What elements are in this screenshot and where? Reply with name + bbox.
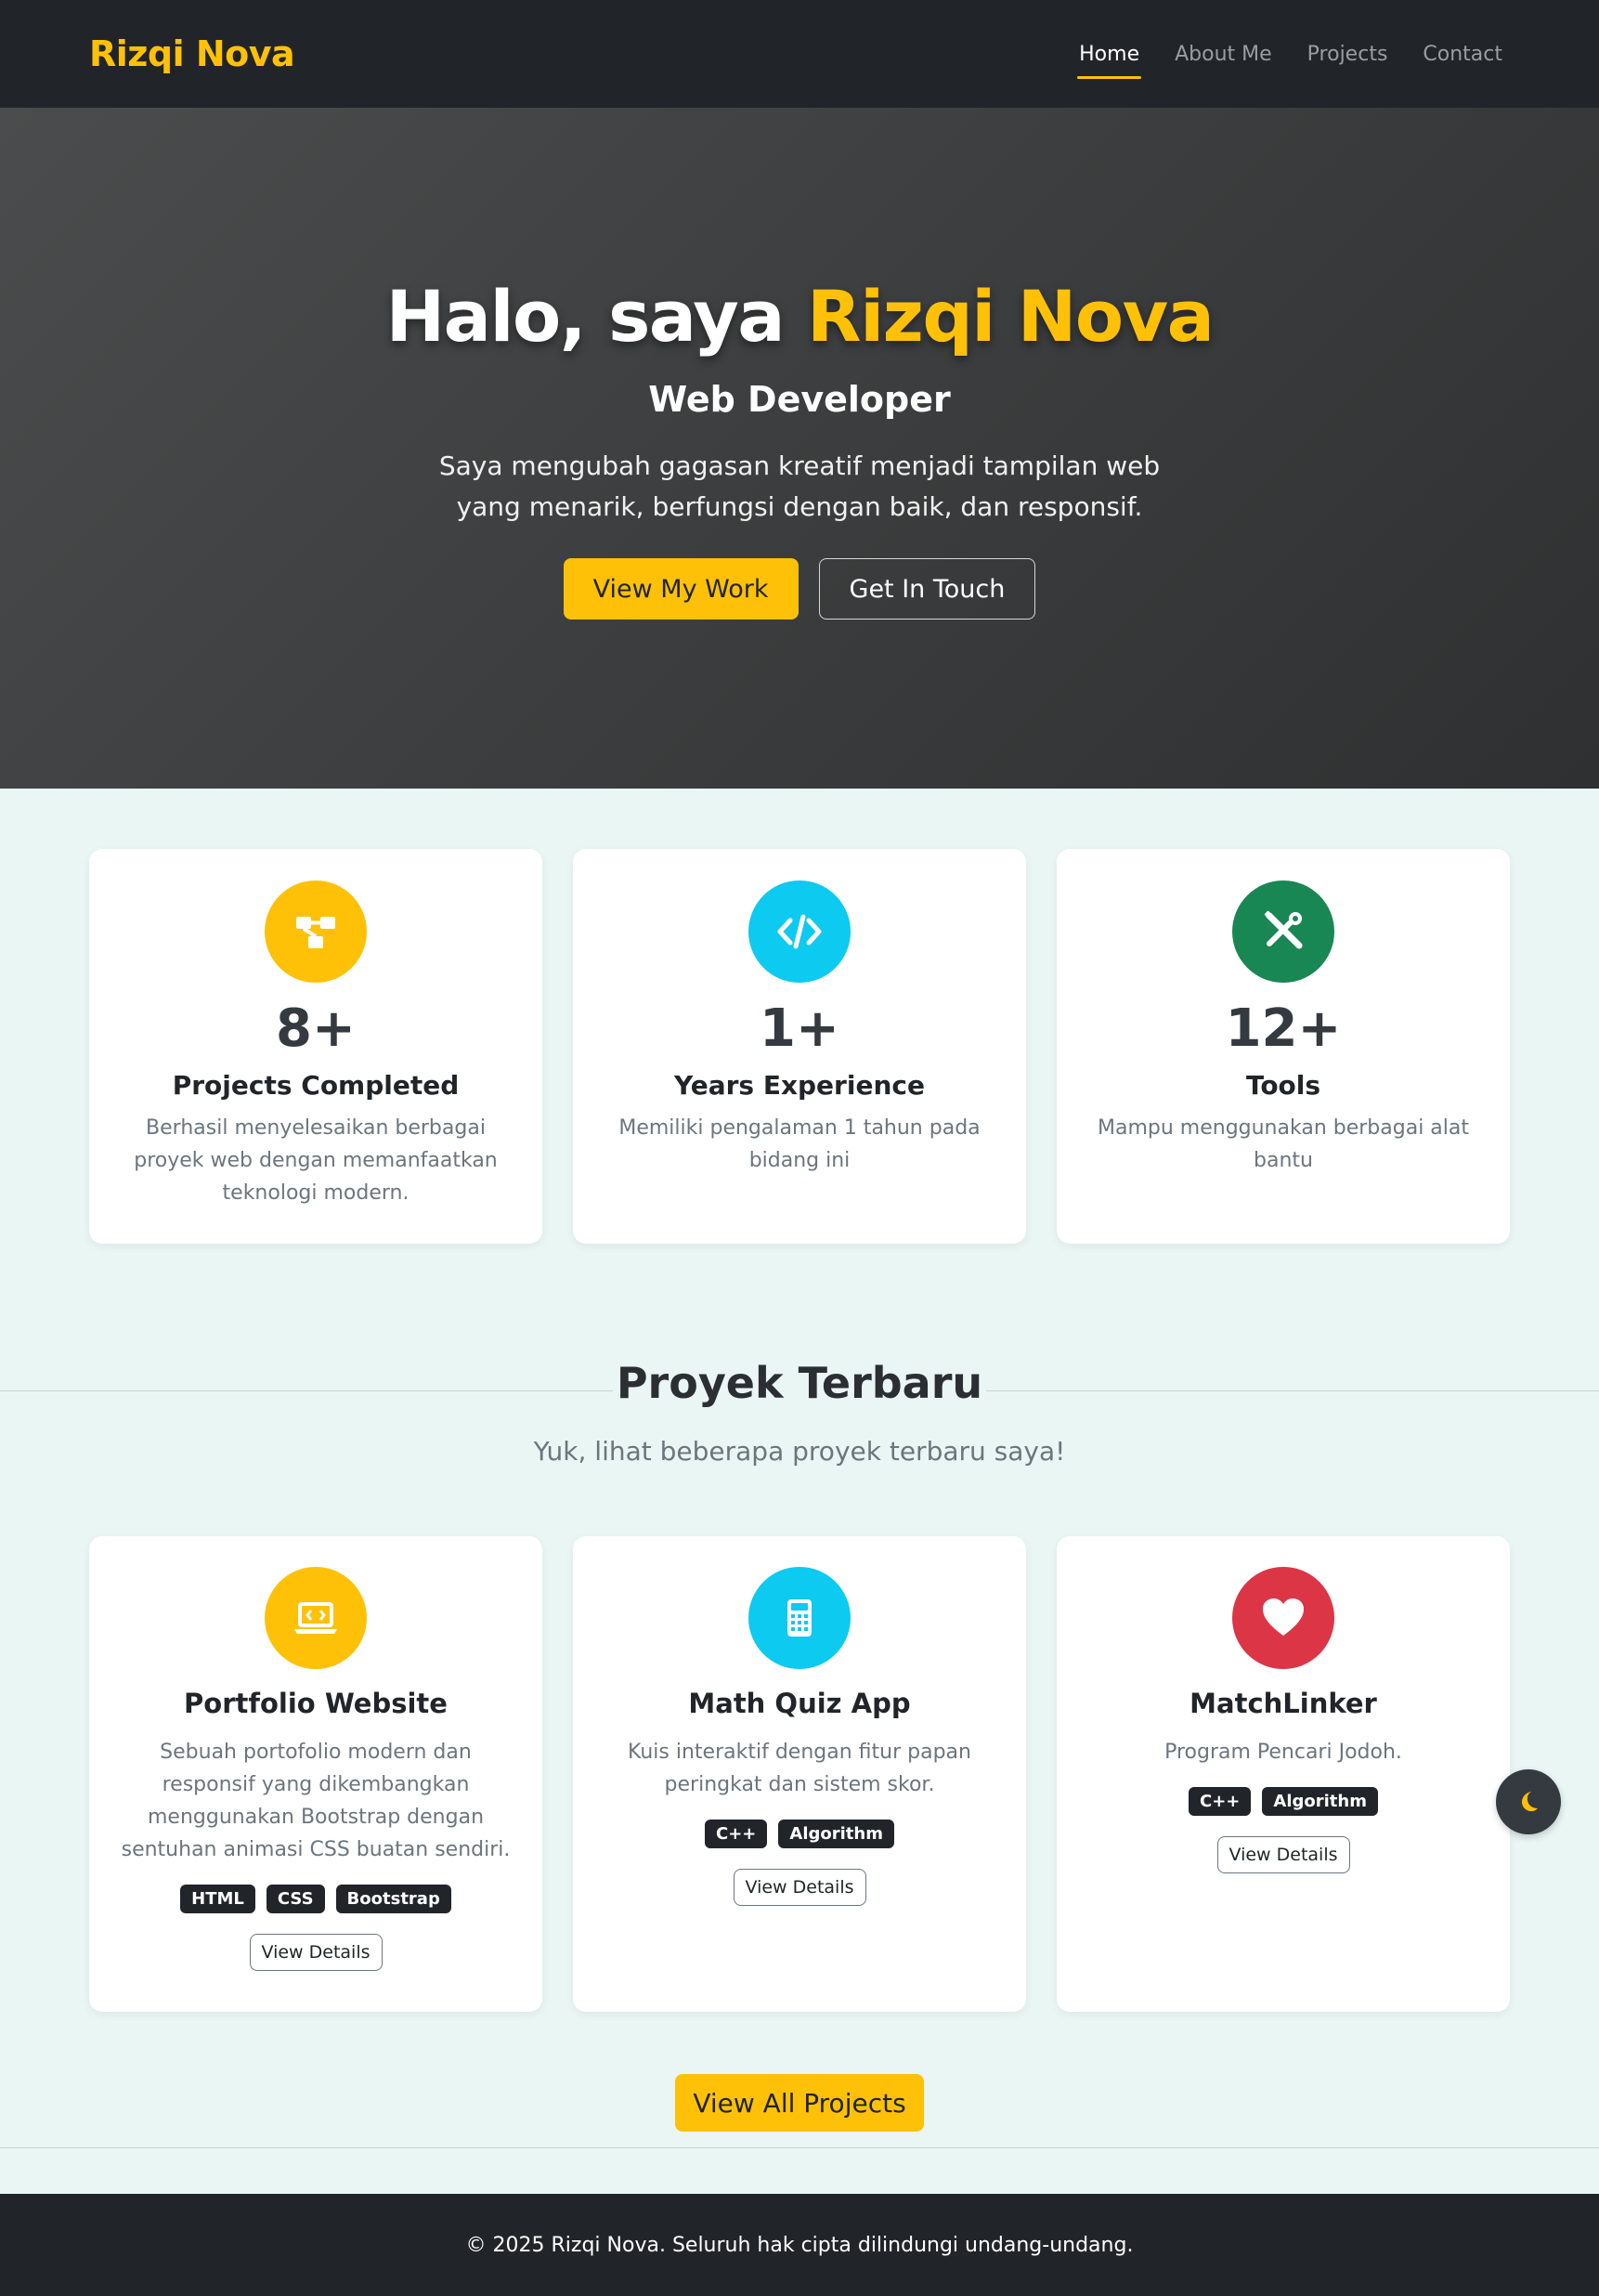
project-card-portfolio: Portfolio Website Sebuah portofolio mode…: [89, 1536, 542, 2012]
view-details-button[interactable]: View Details: [1216, 1836, 1350, 1873]
nav-link-about[interactable]: About Me: [1173, 35, 1274, 73]
footer: © 2025 Rizqi Nova. Seluruh hak cipta dil…: [0, 2194, 1599, 2296]
tag-badge: Bootstrap: [335, 1885, 451, 1913]
stats-row: 8+ Projects Completed Berhasil menyelesa…: [89, 849, 1510, 1244]
hero-heading: Halo, saya Rizqi Nova: [0, 275, 1599, 358]
navbar: Rizqi Nova Home About Me Projects Contac…: [0, 0, 1599, 108]
nav-link-home[interactable]: Home: [1077, 35, 1142, 79]
view-details-button[interactable]: View Details: [733, 1869, 866, 1906]
hero-name: Rizqi Nova: [807, 275, 1215, 358]
stat-card-tools: 12+ Tools Mampu menggunakan berbagai ala…: [1057, 849, 1510, 1244]
stat-value: 12+: [1225, 998, 1342, 1059]
section-divider: [0, 2147, 1599, 2148]
hero-buttons: View My Work Get In Touch: [0, 558, 1599, 620]
project-tags: C++ Algorithm: [1057, 1787, 1510, 1816]
project-title: Math Quiz App: [688, 1688, 911, 1719]
project-tags: C++ Algorithm: [573, 1820, 1026, 1848]
section-subtitle: Yuk, lihat beberapa proyek terbaru saya!: [533, 1436, 1066, 1467]
calculator-icon: [748, 1567, 851, 1669]
tag-badge: Algorithm: [1262, 1787, 1378, 1816]
stat-card-projects: 8+ Projects Completed Berhasil menyelesa…: [89, 849, 542, 1244]
stat-value: 8+: [276, 998, 356, 1059]
projects-row: Portfolio Website Sebuah portofolio mode…: [89, 1536, 1510, 2012]
tag-badge: C++: [1189, 1787, 1252, 1816]
project-description: Program Pencari Jodoh.: [1164, 1741, 1402, 1764]
moon-icon: [1516, 1789, 1540, 1816]
diagram-icon: [265, 881, 367, 983]
hero-section: Halo, saya Rizqi Nova Web Developer Saya…: [0, 108, 1599, 789]
stat-card-experience: 1+ Years Experience Memiliki pengalaman …: [573, 849, 1026, 1244]
brand-logo[interactable]: Rizqi Nova: [89, 33, 295, 74]
stat-title: Tools: [1245, 1070, 1321, 1101]
hero-tagline: Saya mengubah gagasan kreatif menjadi ta…: [438, 450, 1161, 522]
tag-badge: Algorithm: [778, 1820, 894, 1848]
stat-description: Berhasil menyelesaikan berbagai proyek w…: [134, 1116, 498, 1205]
get-in-touch-button[interactable]: Get In Touch: [818, 558, 1036, 620]
section-title: Proyek Terbaru: [0, 1358, 1599, 1408]
tag-badge: C++: [705, 1820, 768, 1848]
project-tags: HTML CSS Bootstrap: [89, 1885, 542, 1913]
hero-role: Web Developer: [648, 379, 951, 420]
project-card-matchlinker: MatchLinker Program Pencari Jodoh. C++ A…: [1057, 1536, 1510, 2012]
view-my-work-button[interactable]: View My Work: [563, 558, 799, 620]
project-title: Portfolio Website: [184, 1688, 448, 1719]
nav-links: Home About Me Projects Contact: [1077, 35, 1504, 79]
stat-title: Years Experience: [674, 1070, 925, 1101]
theme-toggle-button[interactable]: [1496, 1769, 1561, 1834]
code-icon: [748, 881, 851, 983]
project-description: Kuis interaktif dengan fitur papan perin…: [628, 1741, 971, 1796]
hero-greeting: Halo, saya: [385, 275, 786, 358]
nav-link-contact[interactable]: Contact: [1421, 35, 1504, 73]
section-title-text: Proyek Terbaru: [612, 1358, 987, 1408]
tag-badge: HTML: [180, 1885, 255, 1913]
heart-icon: [1232, 1567, 1334, 1669]
stat-title: Projects Completed: [172, 1070, 460, 1101]
project-card-math-quiz: Math Quiz App Kuis interaktif dengan fit…: [573, 1536, 1026, 2012]
stat-description: Mampu menggunakan berbagai alat bantu: [1097, 1116, 1470, 1172]
laptop-code-icon: [265, 1567, 367, 1669]
tools-icon: [1232, 881, 1334, 983]
project-title: MatchLinker: [1190, 1688, 1377, 1719]
footer-copyright: © 2025 Rizqi Nova. Seluruh hak cipta dil…: [465, 2233, 1134, 2257]
view-details-button[interactable]: View Details: [249, 1934, 383, 1971]
view-all-projects-button[interactable]: View All Projects: [675, 2074, 924, 2132]
stat-description: Memiliki pengalaman 1 tahun pada bidang …: [618, 1116, 981, 1172]
nav-link-projects[interactable]: Projects: [1306, 35, 1390, 73]
stat-value: 1+: [760, 998, 839, 1059]
tag-badge: CSS: [266, 1885, 325, 1913]
project-description: Sebuah portofolio modern dan responsif y…: [121, 1741, 511, 1861]
